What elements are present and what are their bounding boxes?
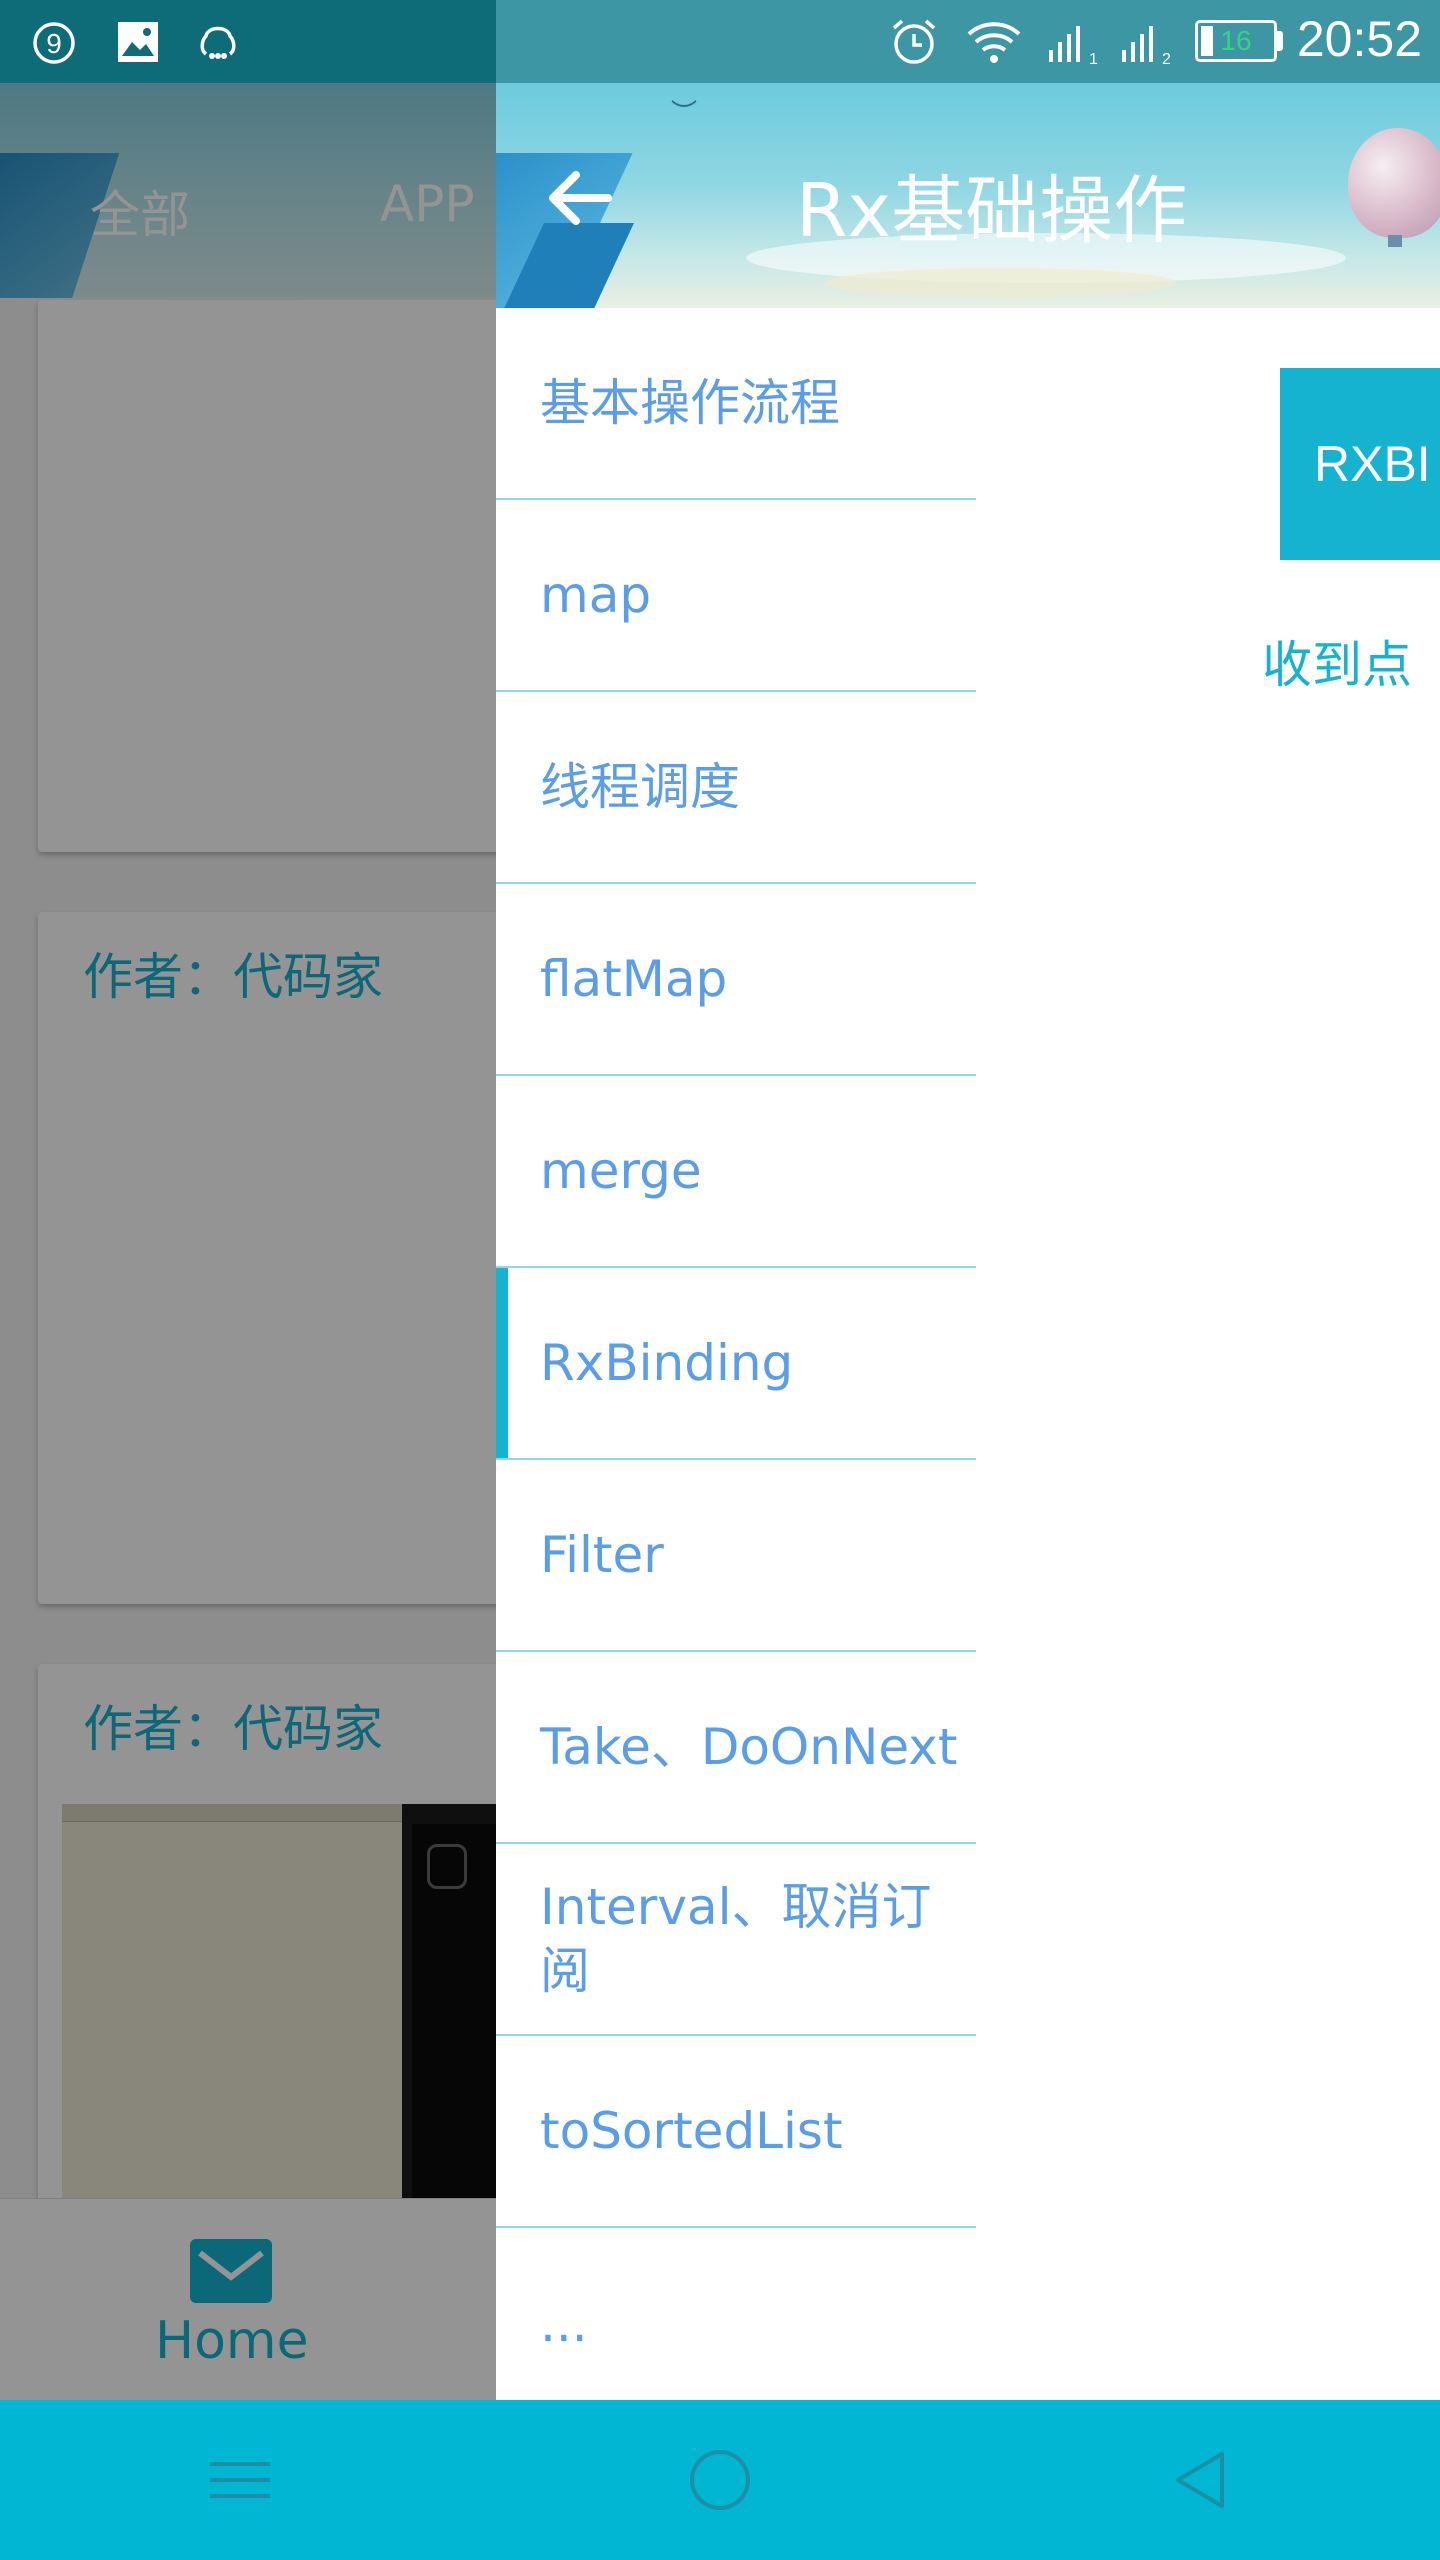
drawer-title: Rx基础操作 [796, 168, 1188, 254]
svg-text:9: 9 [46, 28, 62, 59]
back-button[interactable] [536, 153, 626, 243]
menu-item-more[interactable]: ... [496, 2228, 976, 2420]
home-circle-icon[interactable] [680, 2440, 760, 2520]
balloon-illustration [1348, 128, 1440, 238]
status-time: 20:52 [1296, 11, 1422, 67]
active-indicator [496, 1268, 508, 1458]
menu-item-merge[interactable]: merge [496, 1076, 976, 1268]
drawer-header: ︶ Rx基础操作 [496, 83, 1440, 308]
menu-item-label: RxBinding [540, 1334, 794, 1392]
bird-icon: ︶ [671, 99, 698, 129]
menu-item-interval-unsubscribe[interactable]: Interval、取消订阅 [496, 1844, 976, 2036]
battery-level-text: 16 [1220, 25, 1252, 56]
menu-item-filter[interactable]: Filter [496, 1460, 976, 1652]
back-triangle-icon[interactable] [1160, 2440, 1240, 2520]
alarm-icon [892, 19, 936, 64]
operation-menu: 基本操作流程 map 线程调度 flatMap merge RxBinding … [496, 308, 976, 2420]
menu-item-label: toSortedList [540, 2102, 843, 2160]
svg-text:1: 1 [1089, 51, 1098, 66]
menu-item-label: Take、DoOnNext [540, 1718, 958, 1776]
menu-item-map[interactable]: map [496, 500, 976, 692]
menu-item-label: Interval、取消订阅 [540, 1878, 932, 2000]
rxbinding-button[interactable]: RXBI [1280, 368, 1440, 560]
menu-item-flatmap[interactable]: flatMap [496, 884, 976, 1076]
click-received-text: 收到点 [1262, 636, 1412, 694]
qq-icon [200, 26, 236, 59]
menu-item-thread-scheduling[interactable]: 线程调度 [496, 692, 976, 884]
signal-2-icon: 2 [1122, 26, 1171, 66]
menu-item-label: 基本操作流程 [540, 374, 840, 432]
signal-1-icon: 1 [1049, 26, 1098, 66]
menu-item-label: ... [540, 2295, 588, 2353]
menu-item-label: merge [540, 1142, 702, 1200]
menu-item-label: flatMap [540, 950, 728, 1008]
menu-item-label: Filter [540, 1526, 664, 1584]
menu-item-tosortedlist[interactable]: toSortedList [496, 2036, 976, 2228]
svg-text:2: 2 [1162, 51, 1171, 66]
menu-item-basic-flow[interactable]: 基本操作流程 [496, 308, 976, 500]
wifi-icon [967, 22, 1021, 63]
status-bar: 9 1 2 16 20:52 [0, 0, 1440, 83]
menu-icon[interactable] [200, 2440, 280, 2520]
navigation-drawer: ︶ Rx基础操作 基本操作流程 map 线程调度 flatMap merge R… [496, 0, 1440, 2400]
notification-9-icon: 9 [33, 22, 75, 64]
battery-icon: 16 [1195, 20, 1277, 62]
menu-item-label: 线程调度 [540, 758, 740, 816]
menu-item-rxbinding[interactable]: RxBinding [496, 1268, 976, 1460]
menu-item-take-doonnext[interactable]: Take、DoOnNext [496, 1652, 976, 1844]
menu-item-label: map [540, 566, 652, 624]
image-icon [118, 22, 158, 62]
arrow-left-icon [549, 171, 612, 225]
system-navigation-bar [0, 2400, 1440, 2560]
